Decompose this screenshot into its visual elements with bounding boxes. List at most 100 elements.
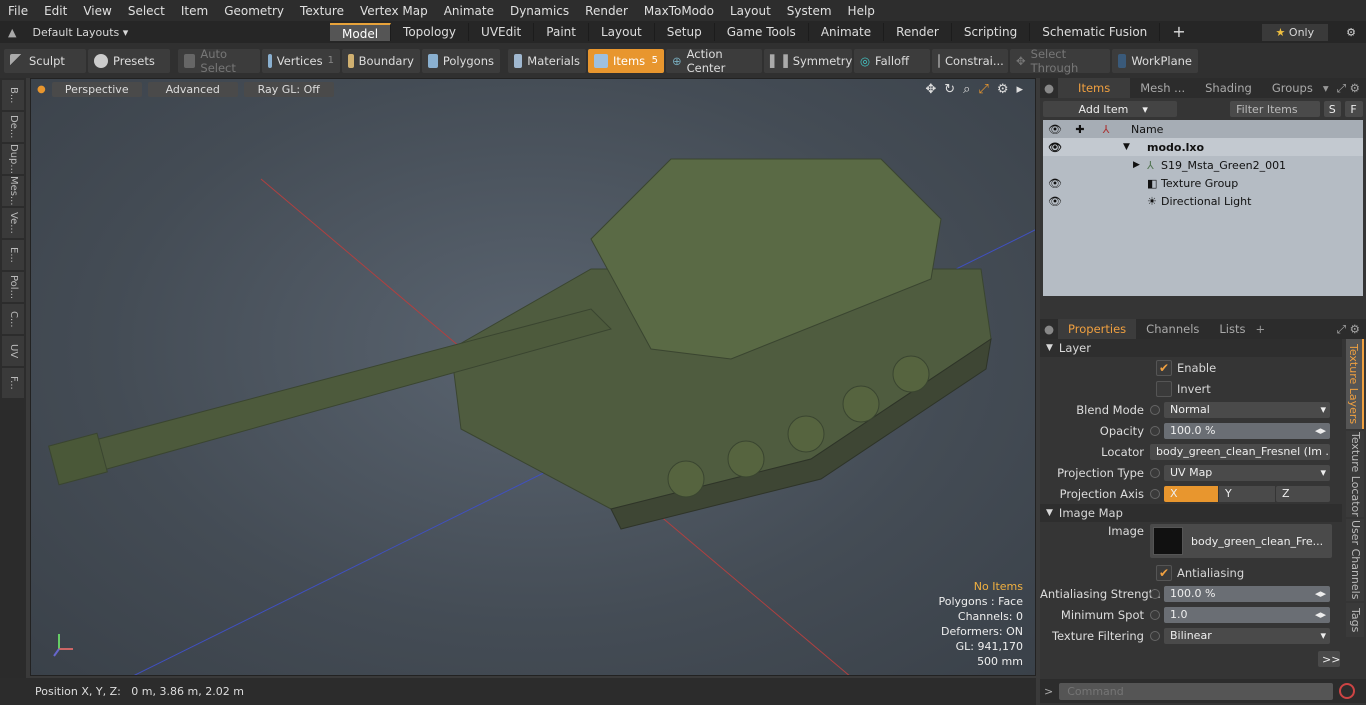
tab-mesh[interactable]: Mesh ... <box>1130 81 1195 95</box>
auto-select-button[interactable]: Auto Select <box>178 47 260 75</box>
opacity-slider[interactable]: 100.0 % ◂▸ <box>1164 422 1330 439</box>
menu-item[interactable]: Item <box>173 4 216 18</box>
menu-edit[interactable]: Edit <box>36 4 75 18</box>
type-col-icon[interactable]: ⅄ <box>1093 123 1119 136</box>
left-tab-mesh[interactable]: Mes... <box>2 176 24 206</box>
axis-y-button[interactable]: Y <box>1219 485 1275 502</box>
menu-vertex-map[interactable]: Vertex Map <box>352 4 436 18</box>
tab-layout[interactable]: Layout <box>589 23 655 41</box>
tab-model[interactable]: Model <box>330 23 392 41</box>
only-toggle[interactable]: ★ Only <box>1261 23 1329 41</box>
panel-menu-dot[interactable]: ● <box>1040 81 1058 95</box>
symmetry-button[interactable]: ▌▐ Symmetry <box>764 48 852 73</box>
menu-view[interactable]: View <box>75 4 119 18</box>
tree-row-light[interactable]: 👁 ☀ Directional Light <box>1043 192 1363 210</box>
s-button[interactable]: S <box>1323 101 1342 117</box>
tab-schematic-fusion[interactable]: Schematic Fusion <box>1030 23 1161 41</box>
command-input[interactable] <box>1059 682 1334 700</box>
menu-dynamics[interactable]: Dynamics <box>502 4 577 18</box>
more-button[interactable]: >> <box>1318 651 1340 667</box>
locator-select[interactable]: body_green_clean_Fresnel (Im ... <box>1150 443 1330 460</box>
enable-checkbox[interactable]: ✔ <box>1156 359 1172 376</box>
left-tab-deform[interactable]: De... <box>2 112 24 142</box>
tree-row-mesh[interactable]: ▶ ⅄ S19_Msta_Green2_001 <box>1043 156 1363 174</box>
default-layouts-dropdown[interactable]: Default Layouts ▾ <box>32 26 128 39</box>
panel-expand-icon[interactable]: ⤢ ⚙ <box>1337 322 1366 337</box>
lock-col-icon[interactable]: ✚ <box>1067 123 1093 136</box>
settings-gear-icon[interactable]: ⚙ <box>1346 26 1356 39</box>
left-tab-vertex[interactable]: Ve... <box>2 208 24 238</box>
menu-layout[interactable]: Layout <box>722 4 779 18</box>
tab-topology[interactable]: Topology <box>391 23 470 41</box>
section-image-map[interactable]: ▼ Image Map <box>1040 504 1342 522</box>
layout-lock-icon[interactable]: ▲ <box>8 26 16 39</box>
slider-handle-icon[interactable]: ◂▸ <box>1315 608 1330 621</box>
menu-animate[interactable]: Animate <box>436 4 502 18</box>
axis-x-button[interactable]: X <box>1164 485 1218 502</box>
tab-setup[interactable]: Setup <box>655 23 715 41</box>
texture-filtering-select[interactable]: Bilinear ▾ <box>1164 627 1330 644</box>
constraints-button[interactable]: Constrai... <box>932 48 1008 73</box>
3d-viewport[interactable]: ● Perspective Advanced Ray GL: Off ✥ ↻ ⌕… <box>30 78 1036 676</box>
f-button[interactable]: F <box>1345 101 1363 117</box>
tab-channels[interactable]: Channels <box>1136 322 1209 336</box>
slider-handle-icon[interactable]: ◂▸ <box>1315 587 1330 600</box>
menu-maxtomodo[interactable]: MaxToModo <box>636 4 722 18</box>
tab-properties[interactable]: Properties <box>1058 319 1137 339</box>
tab-groups[interactable]: Groups <box>1262 81 1323 95</box>
menu-system[interactable]: System <box>779 4 840 18</box>
filter-items-input[interactable]: Filter Items <box>1230 101 1320 117</box>
projection-type-select[interactable]: UV Map ▾ <box>1164 464 1330 481</box>
workplane-button[interactable]: WorkPlane <box>1112 48 1198 73</box>
side-tab-tags[interactable]: Tags <box>1346 603 1364 637</box>
tabs-overflow-icon[interactable]: ▾ <box>1323 81 1329 95</box>
side-tab-texture-layers[interactable]: Texture Layers <box>1346 339 1364 429</box>
image-select[interactable]: body_green_clean_Fre... <box>1150 524 1332 558</box>
add-item-dropdown[interactable]: Add Item ▾ <box>1043 101 1178 117</box>
add-tab-icon[interactable]: + <box>1256 322 1266 336</box>
side-tab-texture-locator[interactable]: Texture Locator <box>1346 431 1364 517</box>
visibility-eye-icon[interactable]: 👁 <box>1043 195 1147 208</box>
materials-button[interactable]: Materials <box>508 48 586 73</box>
tab-game-tools[interactable]: Game Tools <box>715 23 809 41</box>
action-center-button[interactable]: ⊕ Action Center <box>666 47 762 75</box>
panel-expand-icon[interactable]: ⤢ ⚙ <box>1337 81 1366 96</box>
left-tab-edge[interactable]: E... <box>2 240 24 270</box>
menu-help[interactable]: Help <box>840 4 883 18</box>
left-tab-duplicate[interactable]: Dup... <box>2 144 24 174</box>
tree-row-texture-group[interactable]: 👁 ◧ Texture Group <box>1043 174 1363 192</box>
left-tab-basic[interactable]: B... <box>2 80 24 110</box>
invert-checkbox[interactable] <box>1156 380 1172 397</box>
add-tab-button[interactable]: + <box>1160 23 1197 41</box>
menu-texture[interactable]: Texture <box>292 4 352 18</box>
vertices-button[interactable]: Vertices 1 <box>262 48 340 73</box>
left-tab-polygon[interactable]: Pol... <box>2 272 24 302</box>
left-tab-uv[interactable]: UV <box>2 336 24 366</box>
antialiasing-checkbox[interactable]: ✔ <box>1156 564 1172 581</box>
tab-scripting[interactable]: Scripting <box>952 23 1031 41</box>
blend-mode-select[interactable]: Normal ▾ <box>1164 401 1330 418</box>
left-tab-fusion[interactable]: F... <box>2 368 24 398</box>
visibility-eye-icon[interactable]: 👁 <box>1043 141 1119 154</box>
tab-uvedit[interactable]: UVEdit <box>469 23 535 41</box>
left-tab-curve[interactable]: C... <box>2 304 24 334</box>
tab-paint[interactable]: Paint <box>534 23 589 41</box>
tab-render[interactable]: Render <box>884 23 952 41</box>
tab-animate[interactable]: Animate <box>809 23 885 41</box>
slider-handle-icon[interactable]: ◂▸ <box>1315 424 1330 437</box>
presets-button[interactable]: Presets <box>88 48 170 73</box>
menu-geometry[interactable]: Geometry <box>216 4 292 18</box>
tree-row-scene[interactable]: 👁 ▼ modo.lxo <box>1043 138 1363 156</box>
min-spot-slider[interactable]: 1.0 ◂▸ <box>1164 606 1330 623</box>
falloff-button[interactable]: ◎ Falloff <box>854 48 930 73</box>
boundary-button[interactable]: Boundary <box>342 48 420 73</box>
menu-render[interactable]: Render <box>577 4 636 18</box>
visibility-col-icon[interactable]: 👁 <box>1043 123 1067 136</box>
polygons-button[interactable]: Polygons <box>422 48 500 73</box>
tab-shading[interactable]: Shading <box>1195 81 1262 95</box>
menu-file[interactable]: File <box>0 4 36 18</box>
select-through-button[interactable]: ✥ Select Through <box>1010 47 1110 75</box>
sculpt-button[interactable]: Sculpt <box>4 48 86 73</box>
side-tab-user-channels[interactable]: User Channels <box>1346 519 1364 601</box>
menu-select[interactable]: Select <box>120 4 173 18</box>
